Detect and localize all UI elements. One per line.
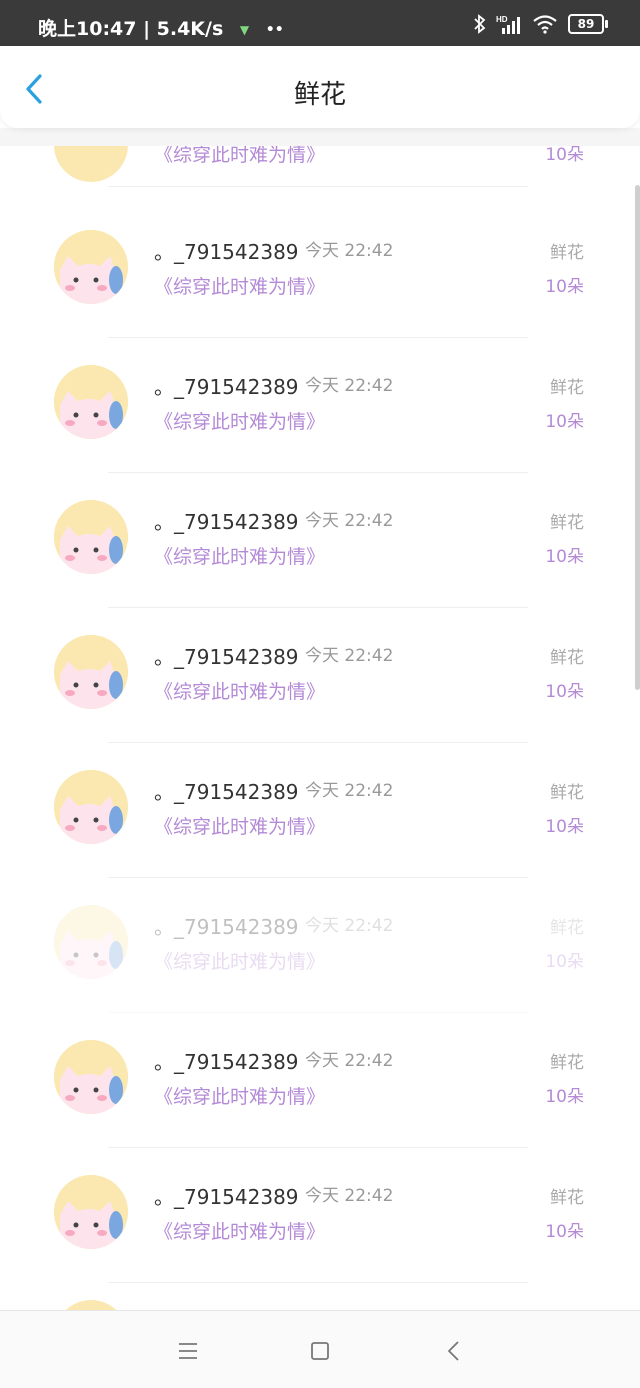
flower-count: 10朵 <box>545 682 584 702</box>
book-title: 《综穿此时难为情》 <box>154 681 326 703</box>
cat-avatar-icon <box>54 1040 128 1114</box>
flower-list: 《综穿此时难为情》 10朵 。_791542389 今天 22:42 《综穿此时… <box>0 0 640 1387</box>
list-item[interactable]: 。_791542389 今天 22:42 《综穿此时难为情》 鲜花 10朵 <box>0 347 640 482</box>
flower-count: 10朵 <box>545 1222 584 1242</box>
timestamp: 今天 22:42 <box>305 781 394 801</box>
book-title: 《综穿此时难为情》 <box>154 411 326 433</box>
square-icon <box>311 1342 329 1360</box>
user-name: 。_791542389 <box>154 645 299 669</box>
user-name: 。_791542389 <box>154 1050 299 1074</box>
flower-count: 10朵 <box>545 952 584 972</box>
user-name: 。_791542389 <box>154 915 299 939</box>
divider <box>108 337 528 338</box>
cat-avatar-icon <box>54 905 128 979</box>
list-item[interactable]: 。_791542389 今天 22:42 《综穿此时难为情》 鲜花 10朵 <box>0 617 640 752</box>
list-item[interactable]: 。_791542389 今天 22:42 《综穿此时难为情》 鲜花 10朵 <box>0 1157 640 1292</box>
user-name: 。_791542389 <box>154 375 299 399</box>
avatar <box>54 1040 128 1114</box>
flower-count: 10朵 <box>545 412 584 432</box>
scrollbar[interactable] <box>635 185 640 690</box>
list-item[interactable]: 。_791542389 今天 22:42 《综穿此时难为情》 鲜花 10朵 <box>0 887 640 1022</box>
timestamp: 今天 22:42 <box>305 241 394 261</box>
flower-count: 10朵 <box>545 817 584 837</box>
flower-count: 10朵 <box>545 1087 584 1107</box>
list-item[interactable]: 。_791542389 今天 22:42 《综穿此时难为情》 鲜花 10朵 <box>0 752 640 887</box>
list-item[interactable]: 。_791542389 今天 22:42 《综穿此时难为情》 鲜花 10朵 <box>0 482 640 617</box>
avatar <box>54 230 128 304</box>
page-title: 鲜花 <box>293 80 346 110</box>
timestamp: 今天 22:42 <box>305 511 394 531</box>
book-title: 《综穿此时难为情》 <box>154 816 326 838</box>
divider <box>108 186 528 187</box>
flower-count: 10朵 <box>545 277 584 297</box>
page-header: 鲜花 <box>0 46 640 128</box>
divider <box>108 742 528 743</box>
user-name: 。_791542389 <box>154 1185 299 1209</box>
user-name: 。_791542389 <box>154 240 299 264</box>
gift-type: 鲜花 <box>550 918 584 938</box>
back-triangle-icon <box>448 1341 459 1361</box>
book-title: 《综穿此时难为情》 <box>154 276 326 298</box>
flower-count: 10朵 <box>545 547 584 567</box>
home-button[interactable] <box>308 1339 332 1363</box>
divider <box>108 472 528 473</box>
timestamp: 今天 22:42 <box>305 1051 394 1071</box>
gift-type: 鲜花 <box>550 378 584 398</box>
divider <box>108 607 528 608</box>
gift-type: 鲜花 <box>550 243 584 263</box>
avatar <box>54 770 128 844</box>
avatar <box>54 905 128 979</box>
gift-type: 鲜花 <box>550 1188 584 1208</box>
user-name: 。_791542389 <box>154 780 299 804</box>
book-title: 《综穿此时难为情》 <box>154 1086 326 1108</box>
gift-type: 鲜花 <box>550 513 584 533</box>
list-item[interactable]: 。_791542389 今天 22:42 《综穿此时难为情》 鲜花 10朵 <box>0 1022 640 1157</box>
cat-avatar-icon <box>54 635 128 709</box>
list-item[interactable]: 。_791542389 今天 22:42 《综穿此时难为情》 鲜花 10朵 <box>0 212 640 347</box>
timestamp: 今天 22:42 <box>305 916 394 936</box>
divider <box>108 1282 528 1283</box>
gift-type: 鲜花 <box>550 783 584 803</box>
menu-button[interactable] <box>176 1339 200 1363</box>
system-back-button[interactable] <box>442 1339 466 1363</box>
timestamp: 今天 22:42 <box>305 376 394 396</box>
gift-type: 鲜花 <box>550 648 584 668</box>
book-title: 《综穿此时难为情》 <box>154 951 326 973</box>
cat-avatar-icon <box>54 500 128 574</box>
avatar <box>54 635 128 709</box>
avatar <box>54 365 128 439</box>
system-nav-bar <box>0 1310 640 1388</box>
cat-avatar-icon <box>54 365 128 439</box>
gift-type: 鲜花 <box>550 1053 584 1073</box>
book-title: 《综穿此时难为情》 <box>154 546 326 568</box>
avatar <box>54 1175 128 1249</box>
avatar <box>54 500 128 574</box>
timestamp: 今天 22:42 <box>305 646 394 666</box>
divider <box>108 1147 528 1148</box>
header-gap <box>0 128 640 146</box>
timestamp: 今天 22:42 <box>305 1186 394 1206</box>
book-title: 《综穿此时难为情》 <box>154 1221 326 1243</box>
menu-icon <box>179 1343 197 1359</box>
cat-avatar-icon <box>54 1175 128 1249</box>
user-name: 。_791542389 <box>154 510 299 534</box>
divider <box>108 1012 528 1013</box>
divider <box>108 877 528 878</box>
cat-avatar-icon <box>54 770 128 844</box>
cat-avatar-icon <box>54 230 128 304</box>
